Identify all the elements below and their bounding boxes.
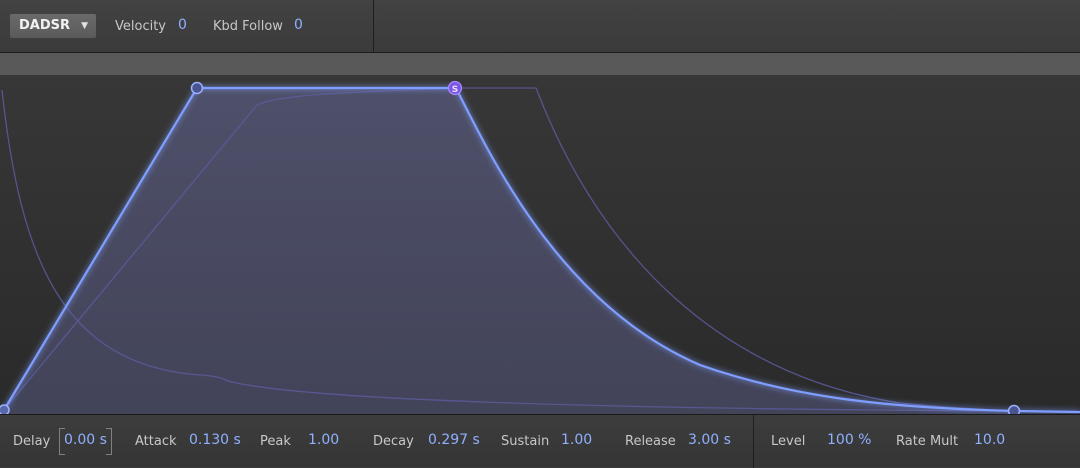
parameter-bar: Delay 0.00 s Attack 0.130 s Peak 1.00 De…: [0, 414, 1080, 468]
attack-peak-handle[interactable]: [190, 81, 204, 95]
velocity-label: Velocity: [115, 19, 166, 34]
envelope-mode-label: DADSR: [19, 18, 71, 33]
release-value[interactable]: 3.00 s: [688, 432, 731, 448]
kbd-follow-value[interactable]: 0: [294, 17, 303, 33]
release-end-handle[interactable]: [1007, 404, 1021, 415]
graph-ruler-strip: [0, 53, 1080, 75]
rate-mult-label: Rate Mult: [896, 434, 959, 449]
peak-label: Peak: [260, 434, 291, 449]
level-label: Level: [771, 434, 806, 449]
kbd-follow-label: Kbd Follow: [213, 19, 283, 34]
release-label: Release: [625, 434, 676, 449]
envelope-fill: [4, 88, 1014, 414]
sustain-handle[interactable]: S: [447, 80, 463, 96]
delay-value[interactable]: 0.00 s: [64, 432, 107, 448]
level-value[interactable]: 100 %: [827, 432, 871, 448]
attack-label: Attack: [135, 434, 177, 449]
attack-value[interactable]: 0.130 s: [189, 432, 241, 448]
envelope-mode-dropdown[interactable]: DADSR ▼: [10, 14, 96, 38]
chevron-down-icon: ▼: [81, 21, 88, 31]
header-divider: [373, 0, 374, 52]
start-handle[interactable]: [0, 404, 10, 414]
delay-label: Delay: [13, 434, 51, 449]
velocity-value[interactable]: 0: [178, 17, 187, 33]
sustain-label: Sustain: [501, 434, 550, 449]
rate-mult-value[interactable]: 10.0: [974, 432, 1005, 448]
decay-label: Decay: [373, 434, 414, 449]
envelope-graph-svg[interactable]: S: [0, 75, 1080, 414]
header-bar: DADSR ▼ Velocity 0 Kbd Follow 0: [0, 0, 1080, 53]
envelope-graph[interactable]: S: [0, 75, 1080, 414]
parameter-divider: [753, 415, 754, 468]
sustain-marker: S: [452, 85, 458, 95]
peak-value[interactable]: 1.00: [308, 432, 339, 448]
sustain-value[interactable]: 1.00: [561, 432, 592, 448]
decay-value[interactable]: 0.297 s: [428, 432, 480, 448]
